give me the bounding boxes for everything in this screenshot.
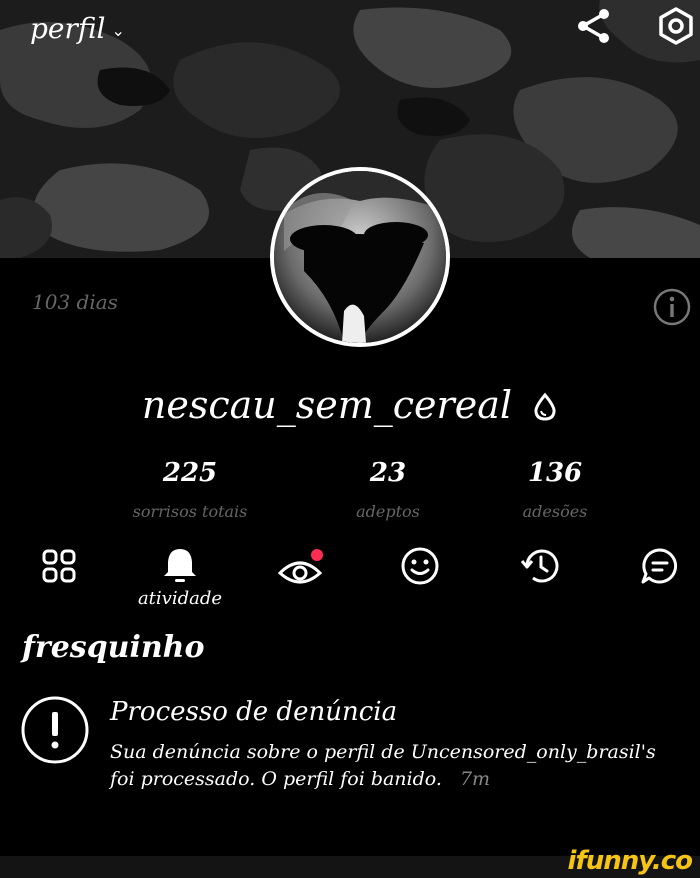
- tab-watching[interactable]: [270, 545, 330, 603]
- notification-time: 7m: [459, 768, 491, 790]
- share-button[interactable]: [572, 4, 616, 48]
- stat-value: 136: [527, 458, 583, 488]
- chat-icon: [641, 548, 678, 584]
- settings-button[interactable]: [654, 4, 698, 48]
- info-button[interactable]: [650, 285, 694, 329]
- notification-text: Sua denúncia sobre o perfil de Uncensore…: [110, 741, 656, 790]
- page-title: perfil: [30, 12, 106, 45]
- alert-icon: [21, 696, 89, 764]
- profile-menu-button[interactable]: perfil ⌄: [30, 12, 125, 45]
- grid-icon: [42, 549, 76, 583]
- section-title: fresquinho: [22, 630, 205, 665]
- avatar[interactable]: [270, 167, 450, 347]
- tab-grid[interactable]: [30, 545, 90, 603]
- top-bar: perfil ⌄: [0, 0, 700, 62]
- info-icon: [653, 288, 691, 326]
- notification-title: Processo de denúncia: [110, 697, 398, 727]
- bell-icon: [164, 549, 196, 582]
- stat-label: adesões: [522, 502, 588, 521]
- chevron-down-icon: ⌄: [111, 21, 125, 40]
- settings-hexagon-icon: [659, 7, 693, 45]
- eye-icon: [277, 549, 323, 584]
- notification-dot: [311, 549, 323, 561]
- stat-total-smiles[interactable]: 225 sorrisos totais: [90, 458, 290, 521]
- history-icon: [520, 549, 559, 583]
- share-icon: [578, 9, 609, 43]
- username: nescau_sem_cereal: [141, 383, 513, 427]
- tab-activity-label: atividade: [137, 588, 223, 609]
- tab-chat[interactable]: [630, 545, 690, 603]
- notification-body: Sua denúncia sobre o perfil de Uncensore…: [110, 739, 680, 793]
- notification-item[interactable]: Processo de denúncia Sua denúncia sobre …: [20, 695, 700, 835]
- tab-smiles[interactable]: [390, 545, 450, 603]
- smiley-icon: [401, 547, 439, 585]
- username-row: nescau_sem_cereal: [0, 383, 700, 431]
- watermark-logo: ifunny.co: [567, 846, 693, 876]
- drop-icon: [532, 387, 558, 431]
- stat-value: 225: [162, 458, 218, 488]
- stat-label: sorrisos totais: [132, 502, 248, 521]
- profile-tabs: [0, 545, 700, 615]
- stat-subscriptions[interactable]: 136 adesões: [455, 458, 655, 521]
- tab-history[interactable]: [510, 545, 570, 603]
- days-on-platform: 103 dias: [32, 290, 118, 314]
